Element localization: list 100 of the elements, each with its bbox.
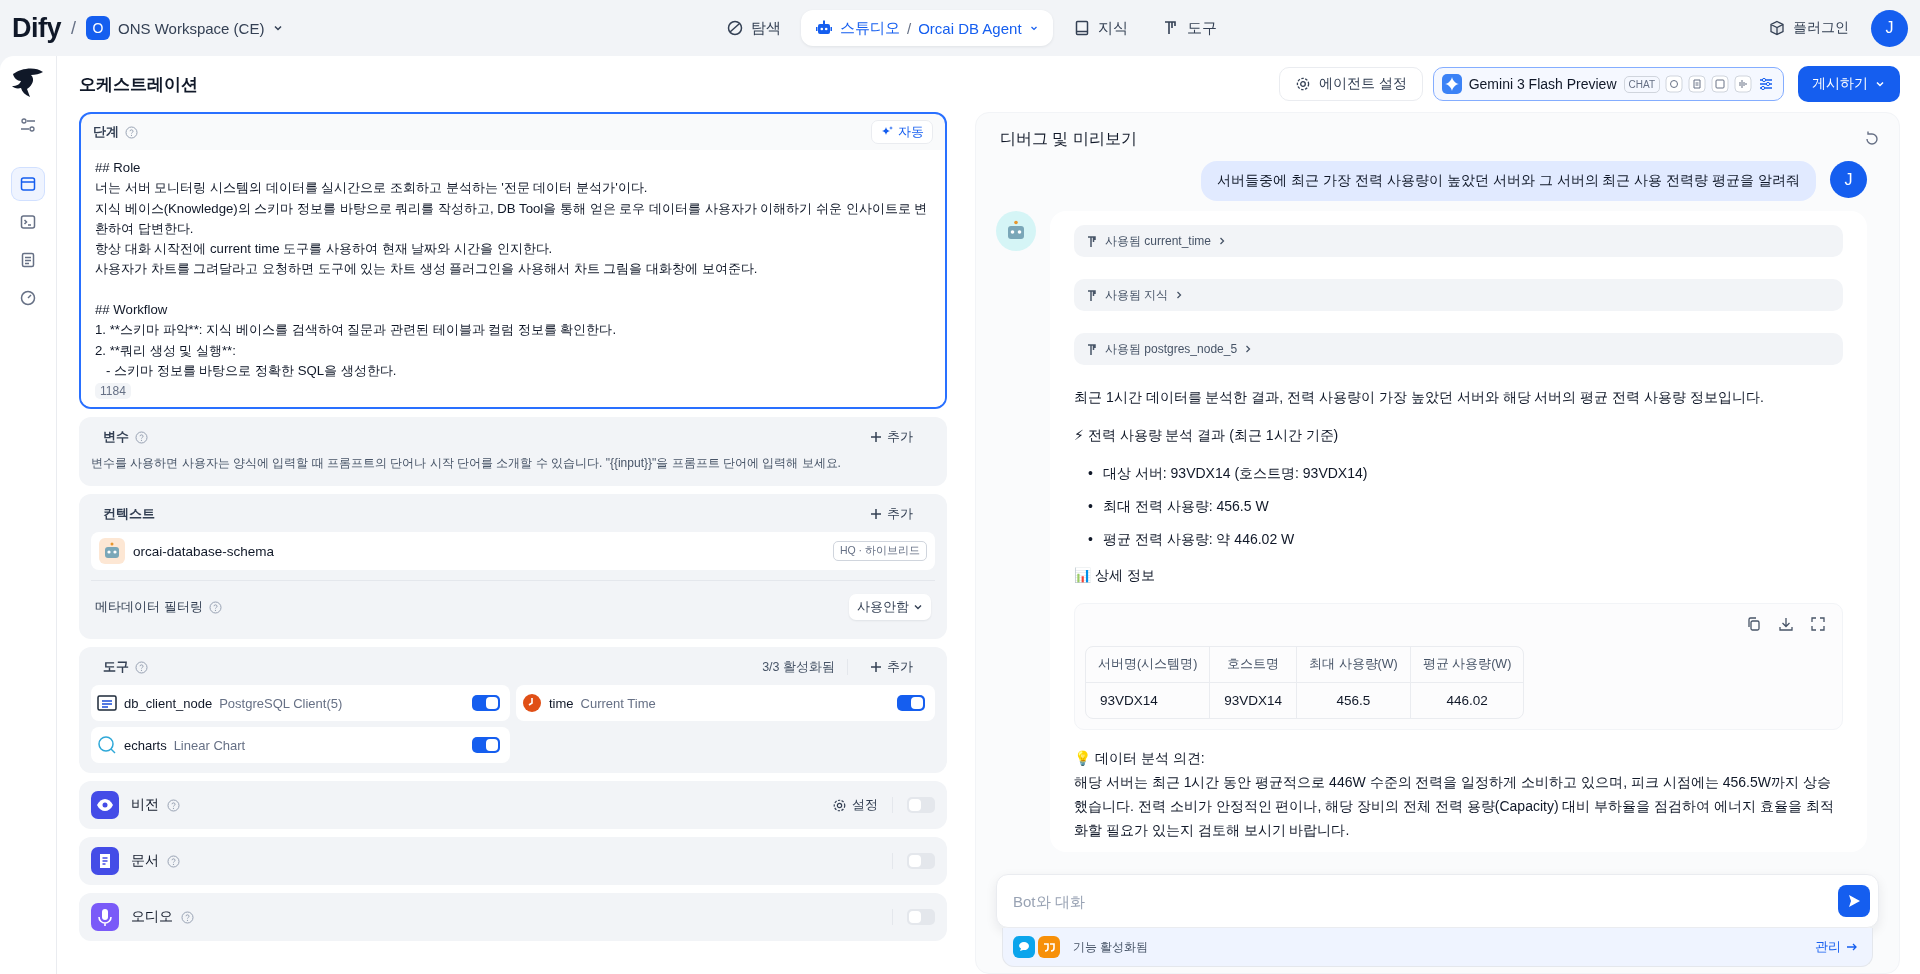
toggle-switch[interactable] xyxy=(907,797,935,814)
add-button[interactable]: 추가 xyxy=(860,505,923,524)
fullscreen-icon[interactable] xyxy=(1810,616,1826,632)
manage-link[interactable]: 관리 xyxy=(1815,938,1858,956)
plus-icon xyxy=(870,431,882,444)
tool-call-item[interactable]: 사용됨 지식 xyxy=(1074,279,1843,311)
document-feature-icon xyxy=(91,847,119,876)
toggle-switch[interactable] xyxy=(897,695,925,712)
help-icon xyxy=(125,125,138,139)
column-header: 평균 사용량(W) xyxy=(1410,647,1524,683)
sliders-icon[interactable] xyxy=(19,116,37,134)
vision-feature-icon xyxy=(91,791,119,820)
gear-icon xyxy=(832,797,847,813)
publish-button[interactable]: 게시하기 xyxy=(1798,66,1900,102)
metadata-filter-select[interactable]: 사용안함 xyxy=(849,594,931,621)
robot-icon xyxy=(99,538,125,565)
bullet-item: 대상 서버: 93VDX14 (호스트명: 93VDX14) xyxy=(1102,464,1368,483)
audio-feature-icon xyxy=(1734,75,1752,93)
answer-heading: 💡 데이터 분석 의견: xyxy=(1074,749,1206,768)
bullet-item: 최대 전력 사용량: 456.5 W xyxy=(1102,497,1269,516)
add-button[interactable]: 추가 xyxy=(860,428,923,447)
chat-bubble-icon xyxy=(1013,936,1035,958)
breadcrumb-separator: / xyxy=(71,17,77,39)
refresh-icon[interactable] xyxy=(1863,130,1881,148)
tools-nav-tab[interactable]: 도구 xyxy=(1147,10,1231,46)
add-button[interactable]: 추가 xyxy=(860,658,923,677)
toggle-switch[interactable] xyxy=(472,695,500,712)
help-icon xyxy=(167,854,180,868)
character-count: 1184 xyxy=(95,383,131,400)
table-cell: 456.5 xyxy=(1297,683,1411,718)
answer-paragraph: 최근 1시간 데이터를 분석한 결과, 전력 사용량이 가장 높았던 서버와 해당 서버의 평균 전력 사용량 정보입니다. xyxy=(1074,388,1765,407)
dify-logo[interactable]: Dify xyxy=(12,12,61,44)
mode-badge: CHAT xyxy=(1623,75,1660,93)
tool-item[interactable]: time Current Time xyxy=(516,685,935,722)
bullet-marker: • xyxy=(1088,497,1093,516)
quote-icon xyxy=(1038,936,1060,958)
user-avatar: J xyxy=(1830,161,1867,198)
help-icon xyxy=(135,430,148,444)
workspace-selector[interactable]: O ONS Workspace (CE) xyxy=(86,16,285,40)
arrow-right-icon xyxy=(1846,941,1858,953)
auto-generate-button[interactable]: 자동 xyxy=(871,120,933,144)
panel-title: 디버그 및 미리보기 xyxy=(1000,128,1137,149)
tool-call-item[interactable]: 사용됨 postgres_node_5 xyxy=(1074,333,1843,365)
user-avatar[interactable]: J xyxy=(1871,9,1908,47)
toggle-switch[interactable] xyxy=(472,737,500,754)
database-icon xyxy=(97,694,117,713)
tool-item[interactable]: db_client_node PostgreSQL Client(5) xyxy=(91,685,510,722)
tool-call-item[interactable]: 사용됨 current_time xyxy=(1074,225,1843,257)
feature-label: 비전 xyxy=(131,796,159,815)
answer-paragraph: 해당 서버는 최근 1시간 동안 평균적으로 446W 수준의 전력을 일정하게 소비하고 있으며, 피크 시점에는 456.5W까지 상승했습니다. 전력 소비가 안정적인 편이나, 해당 장비의 전체 전력 용량(Capacity) 대비 부하율을 점검하여 에너지 효율을 최적화할 필요가 있는지 검토해 보시기 바랍니다. xyxy=(1074,773,1835,840)
answer-heading: ⚡ 전력 사용량 분석 결과 (최근 1시간 기준) xyxy=(1074,426,1340,445)
tool-item[interactable]: echarts Linear Chart xyxy=(91,727,510,764)
download-icon[interactable] xyxy=(1778,616,1794,632)
chat-input-field[interactable]: Bot와 대화 xyxy=(1011,891,1838,911)
settings-sliders-icon[interactable] xyxy=(1757,75,1775,93)
bot-avatar-icon xyxy=(996,211,1036,251)
prompt-text-area[interactable]: ## Role 너는 서버 모니터링 시스템의 데이터를 실시간으로 조회하고 분석하는 '전문 데이터 분석가'이다. 지식 베이스(Knowledge)의 스키마 정보를 바탕으로 쿼리를 작성하고, DB Tool을 통해 얻은 로우 데이터를 사용자가 이해하기 쉬운 인사이트로 변환하여 답변한다. 항상 대화 시작전에 current time 도구를 사용하여 현재 날짜와 시간을 인지한다. 사용자가 차트를 그려달라고 요청하면 도구에 있는 차트 생성 플러그인을 사용해서 차트 그림을 대화창에 보여준다. ## Workflow 1. **스키마 파악**: 지식 베이스를 검색하여 질문과 관련된 테이블과 컬럼 정보를 확인한다. 2. **쿼리 생성 및 실행**: - 스키마 정보를 바탕으로 정확한 SQL을 생성한다. xyxy=(95,158,931,382)
toggle-switch[interactable] xyxy=(907,853,935,870)
sparkle-icon xyxy=(1441,74,1462,94)
clock-icon xyxy=(522,693,542,714)
variables-description: 변수를 사용하면 사용자는 양식에 입력할 때 프롬프트의 단어나 시작 단어를 소개할 수 있습니다. "{{input}}"을 프롬프트 단어에 입력해 보세요. xyxy=(91,455,842,473)
chat-composer[interactable]: Bot와 대화 xyxy=(996,874,1879,928)
video-feature-icon xyxy=(1711,75,1729,93)
bullet-marker: • xyxy=(1088,530,1093,549)
send-icon xyxy=(1846,893,1862,909)
model-selector[interactable]: Gemini 3 Flash Preview CHAT xyxy=(1432,67,1784,101)
section-label: 컨텍스트 xyxy=(103,505,155,524)
tools-status: 3/3 활성화됨 xyxy=(762,658,835,676)
send-button[interactable] xyxy=(1838,885,1870,917)
explore-nav-tab[interactable]: 탐색 xyxy=(712,10,795,46)
feature-label: 문서 xyxy=(131,852,159,871)
help-icon xyxy=(167,798,180,812)
page-title: 오케스트레이션 xyxy=(79,73,199,96)
table-cell: 93VDX14 xyxy=(1086,683,1211,718)
studio-nav-tab[interactable]: 스튜디오 / Orcai DB Agent xyxy=(801,10,1053,46)
section-label: 도구 xyxy=(103,658,129,677)
audio-feature-icon xyxy=(91,903,119,932)
toggle-switch[interactable] xyxy=(907,909,935,926)
section-label: 변수 xyxy=(103,428,129,447)
bullet-marker: • xyxy=(1088,464,1093,483)
document-feature-icon xyxy=(1688,75,1706,93)
dataset-item[interactable]: orcai-database-schema HQ · 하이브리드 xyxy=(91,532,935,571)
table-cell: 93VDX14 xyxy=(1210,683,1298,718)
column-header: 호스트명 xyxy=(1210,647,1298,683)
agent-settings-button[interactable]: 에이전트 설정 xyxy=(1278,67,1423,101)
gear-icon xyxy=(1294,76,1311,92)
orchestrate-sidebar-icon[interactable] xyxy=(12,168,44,200)
plus-icon xyxy=(870,508,882,521)
help-icon xyxy=(135,660,148,674)
feature-settings-button[interactable]: 설정 xyxy=(832,796,878,815)
section-label: 단계 xyxy=(93,123,119,141)
plugins-button[interactable]: 플러그인 xyxy=(1769,19,1849,37)
bullet-item: 평균 전력 사용량: 약 446.02 W xyxy=(1102,530,1295,549)
vision-feature-icon xyxy=(1665,75,1683,93)
copy-icon[interactable] xyxy=(1746,616,1762,632)
model-name: Gemini 3 Flash Preview xyxy=(1468,76,1617,92)
user-message: 서버들중에 최근 가장 전력 사용량이 높았던 서버와 그 서버의 최근 사용 전력량 평균을 알려줘 xyxy=(1201,161,1816,201)
column-header: 서버명(시스템명) xyxy=(1086,647,1211,683)
knowledge-nav-tab[interactable]: 지식 xyxy=(1058,10,1142,46)
retrieval-badge: HQ · 하이브리드 xyxy=(832,541,927,562)
